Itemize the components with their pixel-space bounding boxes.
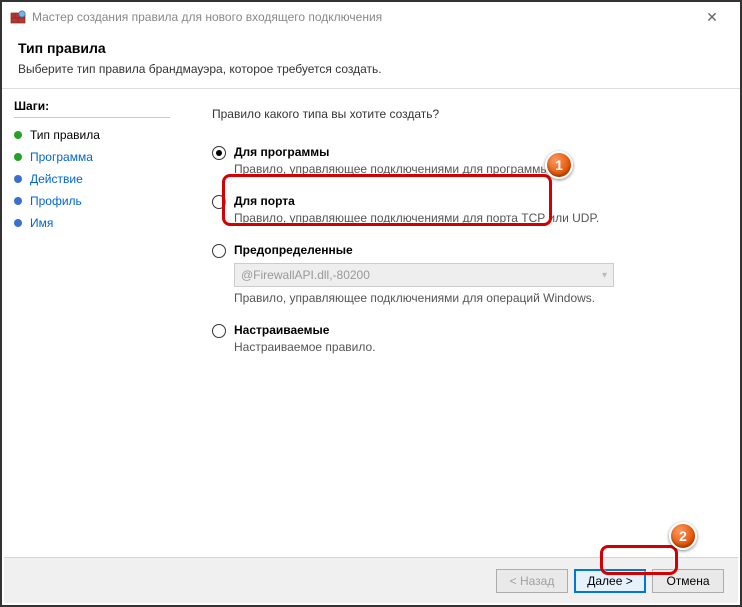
close-button[interactable]: ✕	[692, 3, 732, 31]
option-port-title: Для порта	[234, 194, 710, 208]
step-bullet-icon	[14, 131, 22, 139]
chevron-down-icon: ▾	[602, 270, 607, 281]
step-label: Программа	[30, 150, 93, 164]
step-program[interactable]: Программа	[14, 146, 170, 168]
step-label: Профиль	[30, 194, 82, 208]
step-bullet-icon	[14, 197, 22, 205]
step-label: Тип правила	[30, 128, 100, 142]
step-rule-type[interactable]: Тип правила	[14, 124, 170, 146]
option-predefined-title: Предопределенные	[234, 243, 710, 257]
option-predefined[interactable]: Предопределенные @FirewallAPI.dll,-80200…	[212, 243, 710, 305]
option-custom-desc: Настраиваемое правило.	[234, 340, 710, 354]
option-custom[interactable]: Настраиваемые Настраиваемое правило.	[212, 323, 710, 354]
option-custom-title: Настраиваемые	[234, 323, 710, 337]
cancel-button[interactable]: Отмена	[652, 569, 724, 593]
option-port-desc: Правило, управляющее подключениями для п…	[234, 211, 710, 225]
step-label: Имя	[30, 216, 53, 230]
page-title: Тип правила	[18, 40, 724, 56]
predefined-dropdown: @FirewallAPI.dll,-80200 ▾	[234, 263, 614, 287]
option-program-desc: Правило, управляющее подключениями для п…	[234, 162, 710, 176]
step-bullet-icon	[14, 153, 22, 161]
option-program-title: Для программы	[234, 145, 710, 159]
firewall-icon	[10, 9, 26, 25]
header: Тип правила Выберите тип правила брандма…	[2, 32, 740, 89]
step-action[interactable]: Действие	[14, 168, 170, 190]
step-bullet-icon	[14, 219, 22, 227]
footer: < Назад Далее > Отмена	[4, 557, 738, 603]
step-bullet-icon	[14, 175, 22, 183]
titlebar: Мастер создания правила для нового входя…	[2, 2, 740, 32]
step-label: Действие	[30, 172, 83, 186]
question-text: Правило какого типа вы хотите создать?	[212, 107, 710, 121]
steps-title: Шаги:	[14, 99, 170, 118]
option-port[interactable]: Для порта Правило, управляющее подключен…	[212, 194, 710, 225]
main-panel: Правило какого типа вы хотите создать? Д…	[182, 89, 740, 552]
step-profile[interactable]: Профиль	[14, 190, 170, 212]
window-title: Мастер создания правила для нового входя…	[32, 10, 692, 24]
radio-port[interactable]	[212, 195, 226, 209]
next-button[interactable]: Далее >	[574, 569, 646, 593]
dropdown-value: @FirewallAPI.dll,-80200	[241, 268, 370, 282]
radio-program[interactable]	[212, 146, 226, 160]
radio-custom[interactable]	[212, 324, 226, 338]
steps-sidebar: Шаги: Тип правила Программа Действие Про…	[2, 89, 182, 552]
radio-predefined[interactable]	[212, 244, 226, 258]
step-name[interactable]: Имя	[14, 212, 170, 234]
page-subtitle: Выберите тип правила брандмауэра, которо…	[18, 62, 724, 76]
option-program[interactable]: Для программы Правило, управляющее подкл…	[212, 145, 710, 176]
back-button: < Назад	[496, 569, 568, 593]
option-predefined-desc: Правило, управляющее подключениями для о…	[234, 291, 710, 305]
